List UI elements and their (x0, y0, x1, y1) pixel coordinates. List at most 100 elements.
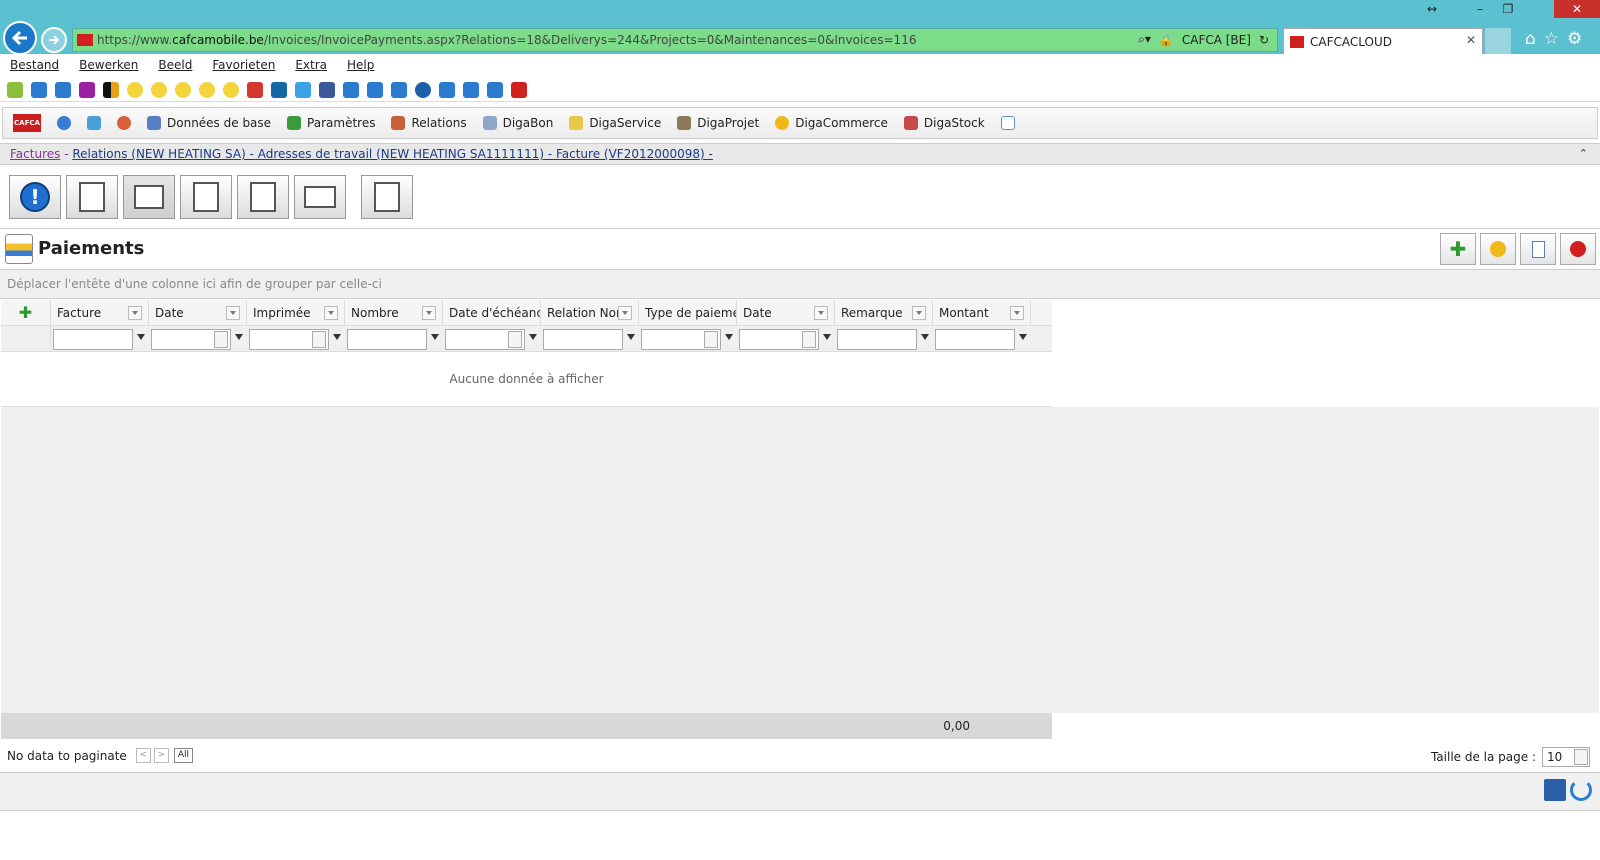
print-button[interactable] (294, 175, 346, 219)
twitter-icon[interactable] (295, 81, 311, 98)
ie-icon[interactable] (343, 81, 359, 98)
chevron-down-icon[interactable] (1574, 749, 1588, 765)
validate-button[interactable] (180, 175, 232, 219)
filter-icon[interactable] (823, 334, 831, 343)
save-icon[interactable] (1544, 779, 1566, 801)
ie-icon[interactable] (487, 81, 503, 98)
menu-extra[interactable]: Extra (295, 58, 327, 72)
column-header[interactable]: Imprimée (247, 300, 345, 326)
column-menu-icon[interactable] (324, 306, 338, 320)
coin-button[interactable] (1480, 233, 1516, 265)
search-icon[interactable]: ⌕▾ (1138, 32, 1151, 47)
toolbar-digastock[interactable]: DigaStock (903, 116, 985, 130)
chevron-down-icon[interactable] (704, 331, 718, 348)
minimize-icon[interactable]: – (1466, 0, 1494, 18)
filter-input[interactable] (837, 329, 917, 350)
add-favorite-icon[interactable] (7, 81, 23, 98)
column-menu-icon[interactable] (814, 306, 828, 320)
gear-icon[interactable]: ⚙ (1567, 29, 1582, 49)
address-bar[interactable]: https://www.cafcamobile.be/Invoices/Invo… (72, 28, 1278, 52)
ie-icon[interactable] (391, 81, 407, 98)
filter-input[interactable] (935, 329, 1015, 350)
group-panel[interactable]: Déplacer l'entête d'une colonne ici afin… (0, 269, 1600, 299)
close-tab-icon[interactable]: ✕ (1466, 33, 1476, 47)
add-button[interactable]: ✚ (1440, 233, 1476, 265)
yellow-circle-icon[interactable] (127, 81, 143, 98)
filter-input[interactable] (347, 329, 427, 350)
home-icon[interactable]: ⌂ (1525, 29, 1536, 49)
column-menu-icon[interactable] (618, 306, 632, 320)
add-row-button[interactable]: ✚ (1, 300, 51, 326)
chevron-down-icon[interactable] (214, 331, 228, 348)
column-header[interactable]: Type de paiement (639, 300, 737, 326)
cert-label[interactable]: CAFCA [BE] (1182, 33, 1251, 47)
ie-icon[interactable] (55, 81, 71, 98)
yellow-circle-icon[interactable] (175, 81, 191, 98)
toolbar-digacommerce[interactable]: DigaCommerce (775, 116, 888, 130)
toolbar-digaprojet[interactable]: DigaProjet (677, 116, 759, 130)
cancel-button[interactable] (1560, 233, 1596, 265)
column-header[interactable]: Date (149, 300, 247, 326)
column-header[interactable]: Montant (933, 300, 1031, 326)
menu-bewerken[interactable]: Bewerken (79, 58, 138, 72)
filter-icon[interactable] (333, 334, 341, 343)
ie-icon[interactable] (439, 81, 455, 98)
filter-input[interactable] (53, 329, 133, 350)
toolbar-digabon[interactable]: DigaBon (482, 116, 553, 130)
flag-icon[interactable] (103, 81, 119, 98)
column-header[interactable]: Relation Nom (541, 300, 639, 326)
all-pages-button[interactable]: All (173, 748, 193, 763)
payments-button[interactable] (123, 175, 175, 219)
chevron-down-icon[interactable] (312, 331, 326, 348)
filter-icon[interactable] (431, 334, 439, 343)
ie-icon[interactable] (463, 81, 479, 98)
back-button[interactable] (3, 21, 37, 55)
toolbar-relations[interactable]: Relations (391, 116, 467, 130)
globe-icon[interactable] (57, 116, 71, 130)
filter-icon[interactable] (529, 334, 537, 343)
cafca-logo[interactable]: CAFCA (13, 114, 41, 132)
column-menu-icon[interactable] (422, 306, 436, 320)
info-button[interactable]: ! (9, 175, 61, 219)
chevron-down-icon[interactable] (802, 331, 816, 348)
close-window-icon[interactable]: ✕ (1554, 0, 1600, 18)
restore-arrows-icon[interactable]: ↔ (1418, 0, 1446, 18)
filter-icon[interactable] (921, 334, 929, 343)
toolbar-donnees-de-base[interactable]: Données de base (147, 116, 271, 130)
column-menu-icon[interactable] (128, 306, 142, 320)
attachment-button[interactable] (237, 175, 289, 219)
filter-input[interactable] (543, 329, 623, 350)
toolbar-digaservice[interactable]: DigaService (569, 116, 661, 130)
globe-icon[interactable] (415, 81, 431, 98)
linkedin-icon[interactable] (271, 81, 287, 98)
maximize-icon[interactable]: ❐ (1494, 0, 1522, 18)
browser-tab[interactable]: CAFCACLOUD ✕ (1283, 28, 1483, 54)
checklist-icon[interactable] (1000, 116, 1015, 130)
next-page-button[interactable]: > (153, 748, 169, 763)
filter-icon[interactable] (725, 334, 733, 343)
yellow-circle-icon[interactable] (199, 81, 215, 98)
forward-button[interactable] (41, 27, 67, 53)
column-header[interactable]: Facture (51, 300, 149, 326)
details-button[interactable] (66, 175, 118, 219)
column-header[interactable]: Nombre (345, 300, 443, 326)
sync-icon[interactable] (87, 116, 101, 130)
column-menu-icon[interactable] (912, 306, 926, 320)
column-menu-icon[interactable] (1010, 306, 1024, 320)
column-menu-icon[interactable] (226, 306, 240, 320)
copy-button[interactable] (361, 175, 413, 219)
cafca-icon[interactable] (511, 81, 527, 98)
menu-favorieten[interactable]: Favorieten (212, 58, 275, 72)
star-icon[interactable]: ☆ (1544, 29, 1559, 49)
breadcrumb-factures[interactable]: Factures (10, 147, 60, 161)
checklist-button[interactable] (1520, 233, 1556, 265)
filter-icon[interactable] (235, 334, 243, 343)
filter-icon[interactable] (627, 334, 635, 343)
undo-icon[interactable] (1570, 779, 1592, 801)
column-header[interactable]: Date d'échéance (443, 300, 541, 326)
ie-icon[interactable] (31, 81, 47, 98)
page-size-select[interactable]: 10 (1542, 747, 1590, 767)
facebook-icon[interactable] (319, 81, 335, 98)
yellow-circle-icon[interactable] (223, 81, 239, 98)
filter-icon[interactable] (1019, 334, 1027, 343)
